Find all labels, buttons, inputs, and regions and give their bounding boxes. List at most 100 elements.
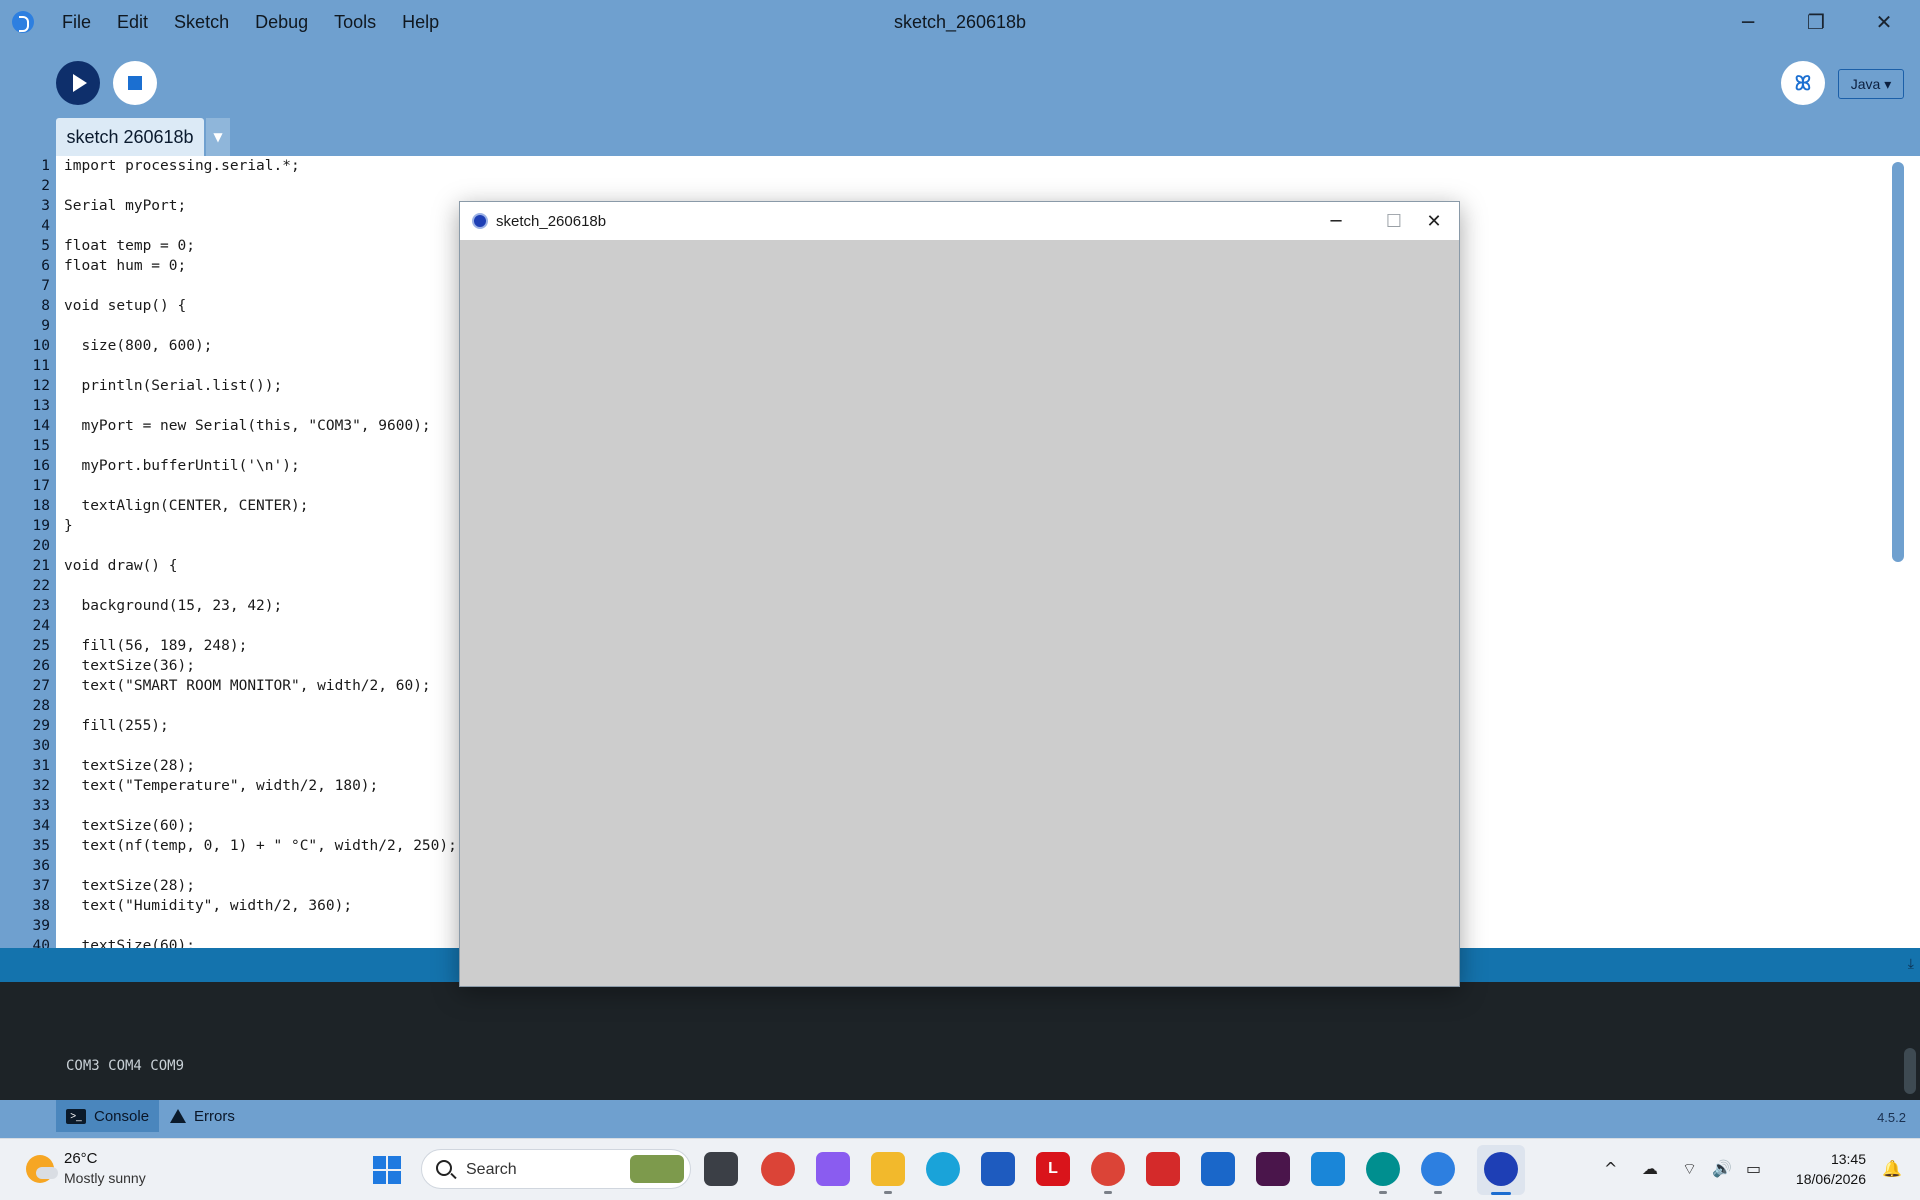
- chrome-profile-icon[interactable]: [1091, 1152, 1125, 1186]
- battery-icon[interactable]: ▭: [1746, 1159, 1761, 1178]
- line-number: 5: [41, 238, 50, 254]
- stop-button[interactable]: [113, 61, 157, 105]
- pdf-reader-icon[interactable]: [1146, 1152, 1180, 1186]
- line-text[interactable]: textSize(28);: [64, 756, 195, 776]
- window-title: sketch_260618b: [893, 12, 1027, 32]
- tab-console[interactable]: >_ Console: [56, 1100, 160, 1132]
- line-text[interactable]: textSize(28);: [64, 876, 195, 896]
- sketch-taskbar-icon[interactable]: [1484, 1152, 1518, 1186]
- onedrive-icon[interactable]: ☁: [1642, 1159, 1658, 1178]
- sketch-window-titlebar[interactable]: sketch_260618b ─ ☐ ✕: [460, 202, 1459, 240]
- sketch-window[interactable]: sketch_260618b ─ ☐ ✕: [459, 201, 1460, 987]
- tray-overflow-icon[interactable]: ^: [1604, 1159, 1617, 1178]
- copilot-icon[interactable]: [816, 1152, 850, 1186]
- line-number: 37: [32, 878, 50, 894]
- line-number: 32: [32, 778, 50, 794]
- console-output: COM3 COM4 COM9: [66, 1058, 185, 1074]
- tab-sketch[interactable]: sketch 260618b: [56, 118, 204, 156]
- task-view-icon[interactable]: [704, 1152, 738, 1186]
- sketch-active-indicator: [1491, 1192, 1511, 1195]
- line-number: 33: [32, 798, 50, 814]
- line-text[interactable]: myPort.bufferUntil('\n');: [64, 456, 299, 476]
- search-highlight-image: [630, 1155, 684, 1183]
- line-number: 30: [32, 738, 50, 754]
- line-text[interactable]: textSize(60);: [64, 816, 195, 836]
- notification-icon[interactable]: 🔔: [1882, 1159, 1902, 1178]
- start-button[interactable]: [373, 1156, 401, 1184]
- line-text[interactable]: fill(255);: [64, 716, 168, 736]
- console-scrollbar[interactable]: [1904, 1048, 1916, 1094]
- chrome-icon[interactable]: [761, 1152, 795, 1186]
- arduino-icon[interactable]: [1366, 1152, 1400, 1186]
- line-text[interactable]: text("Humidity", width/2, 360);: [64, 896, 352, 916]
- line-text[interactable]: size(800, 600);: [64, 336, 212, 356]
- line-text[interactable]: }: [64, 516, 73, 536]
- line-text[interactable]: text("Temperature", width/2, 180);: [64, 776, 378, 796]
- search-icon: [436, 1160, 452, 1176]
- line-text[interactable]: textSize(60);: [64, 936, 195, 948]
- clock-date[interactable]: 18/06/2026: [1796, 1171, 1866, 1187]
- line-number: 14: [32, 418, 50, 434]
- tab-errors-label: Errors: [194, 1107, 235, 1125]
- code-line[interactable]: 2: [0, 176, 1886, 196]
- editor-scrollbar[interactable]: [1886, 156, 1920, 948]
- sketch-minimize-button[interactable]: ─: [1313, 206, 1359, 236]
- editor-scroll-thumb[interactable]: [1892, 162, 1904, 562]
- taskbar: 26°C Mostly sunny Search L ^ ☁ ⌔ 🔊 ▭ 13:…: [0, 1138, 1920, 1200]
- weather-desc[interactable]: Mostly sunny: [64, 1170, 146, 1186]
- line-number: 26: [32, 658, 50, 674]
- search-placeholder: Search: [466, 1161, 517, 1178]
- line-text[interactable]: import processing.serial.*;: [64, 156, 300, 176]
- line-text[interactable]: Serial myPort;: [64, 196, 186, 216]
- line-text[interactable]: textSize(36);: [64, 656, 195, 676]
- tab-menu-button[interactable]: ▼: [206, 118, 230, 156]
- sketch-canvas[interactable]: [460, 240, 1459, 986]
- slack-icon[interactable]: [1256, 1152, 1290, 1186]
- sketch-close-button[interactable]: ✕: [1411, 206, 1457, 236]
- line-number: 7: [41, 278, 50, 294]
- minimize-button[interactable]: ─: [1728, 6, 1768, 38]
- outlook-icon[interactable]: [1201, 1152, 1235, 1186]
- line-text[interactable]: text("SMART ROOM MONITOR", width/2, 60);: [64, 676, 430, 696]
- run-button[interactable]: [56, 61, 100, 105]
- wifi-icon[interactable]: ⌔: [1682, 1159, 1697, 1179]
- code-line[interactable]: 1 import processing.serial.*;: [0, 156, 1886, 176]
- line-number: 3: [41, 198, 50, 214]
- processing-taskbar-icon[interactable]: [1421, 1152, 1455, 1186]
- line-text[interactable]: void draw() {: [64, 556, 178, 576]
- line-number: 19: [32, 518, 50, 534]
- collapse-console-icon[interactable]: ⤓: [1908, 956, 1914, 972]
- line-text[interactable]: background(15, 23, 42);: [64, 596, 282, 616]
- taskbar-search[interactable]: Search: [421, 1149, 691, 1189]
- line-text[interactable]: float temp = 0;: [64, 236, 195, 256]
- debugger-button[interactable]: ꕤ: [1781, 61, 1825, 105]
- mode-select[interactable]: Java ▾: [1838, 69, 1904, 99]
- restore-button[interactable]: ❐: [1796, 6, 1836, 38]
- line-text[interactable]: myPort = new Serial(this, "COM3", 9600);: [64, 416, 430, 436]
- store-icon[interactable]: [981, 1152, 1015, 1186]
- file-explorer-icon[interactable]: [871, 1152, 905, 1186]
- line-number: 31: [32, 758, 50, 774]
- tab-errors[interactable]: Errors: [160, 1100, 245, 1132]
- line-number: 39: [32, 918, 50, 934]
- volume-icon[interactable]: 🔊: [1712, 1159, 1732, 1178]
- line-text[interactable]: text(nf(temp, 0, 1) + " °C", width/2, 25…: [64, 836, 456, 856]
- line-number: 6: [41, 258, 50, 274]
- line-text[interactable]: fill(56, 189, 248);: [64, 636, 247, 656]
- line-number: 23: [32, 598, 50, 614]
- weather-icon[interactable]: [26, 1155, 58, 1183]
- vscode-icon[interactable]: [1311, 1152, 1345, 1186]
- console-icon: >_: [66, 1108, 86, 1124]
- line-text[interactable]: println(Serial.list());: [64, 376, 282, 396]
- edge-icon[interactable]: [926, 1152, 960, 1186]
- clock-time[interactable]: 13:45: [1831, 1151, 1866, 1167]
- line-text[interactable]: textAlign(CENTER, CENTER);: [64, 496, 308, 516]
- weather-temp[interactable]: 26°C: [64, 1150, 98, 1167]
- line-text[interactable]: void setup() {: [64, 296, 186, 316]
- line-number: 12: [32, 378, 50, 394]
- line-text[interactable]: float hum = 0;: [64, 256, 186, 276]
- l-app-icon[interactable]: L: [1036, 1152, 1070, 1186]
- close-button[interactable]: ✕: [1864, 6, 1904, 38]
- line-number: 29: [32, 718, 50, 734]
- processing-running-indicator: [1434, 1191, 1442, 1194]
